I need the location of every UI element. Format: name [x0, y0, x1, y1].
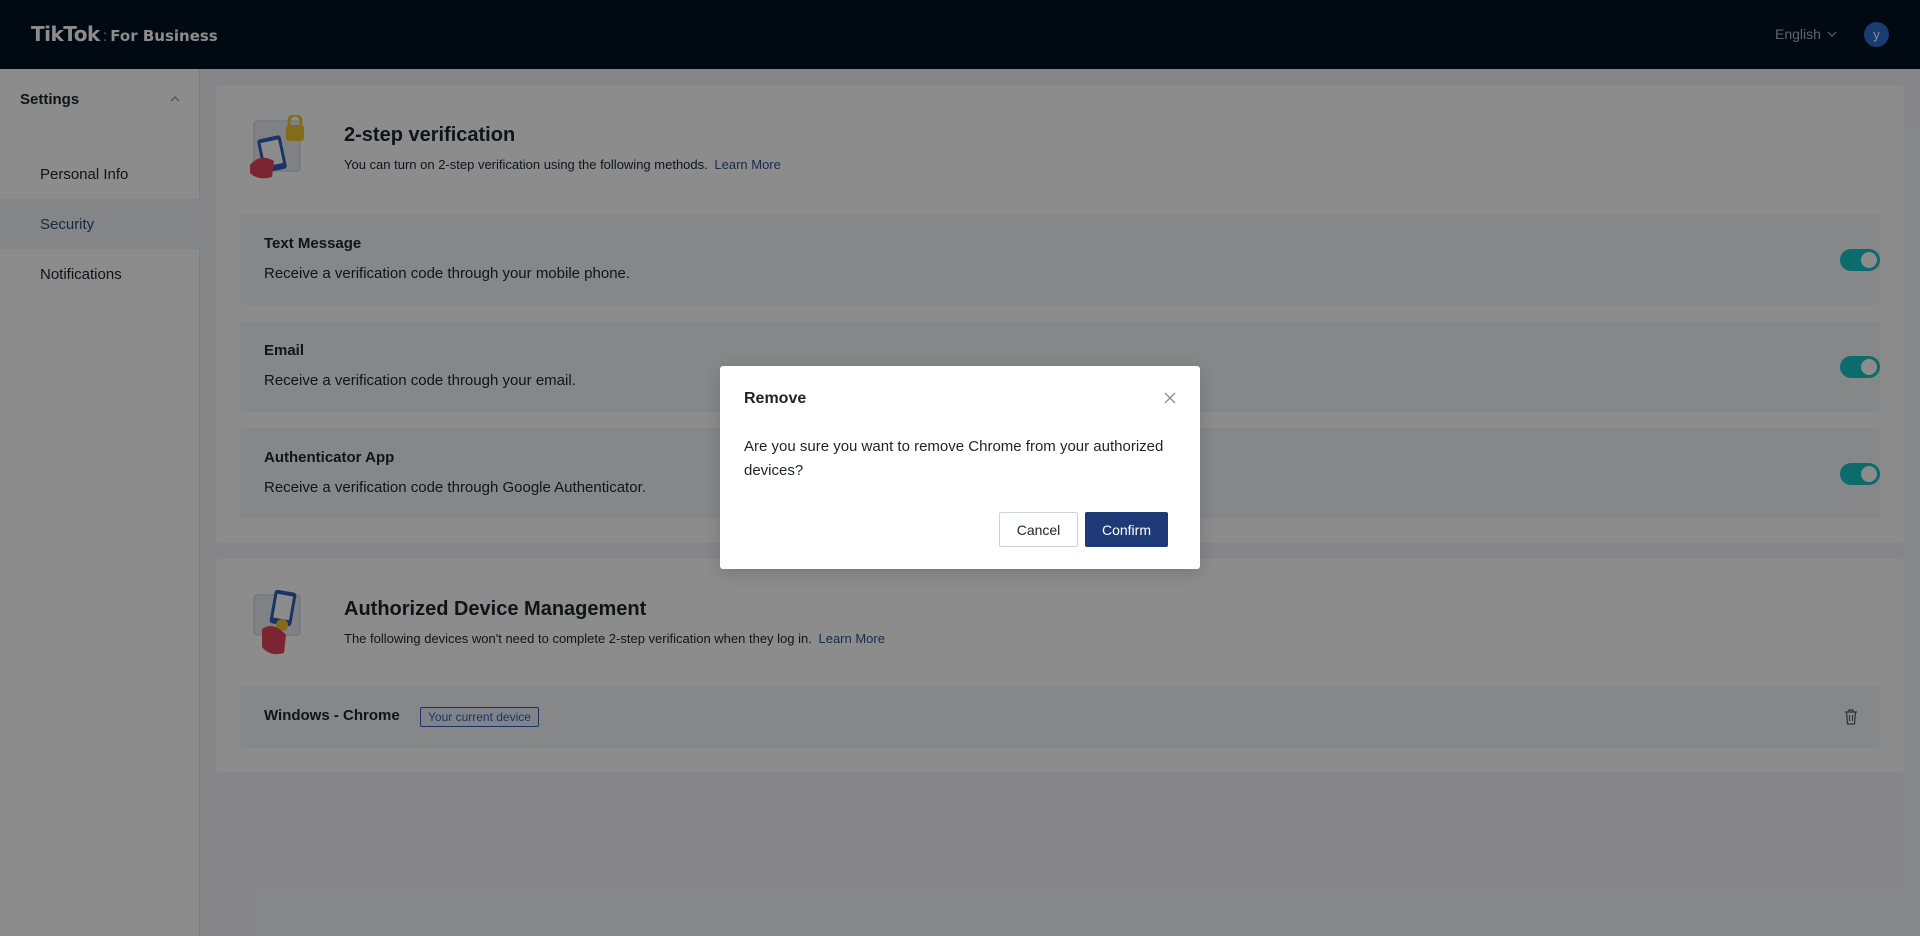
close-icon[interactable]	[1162, 390, 1178, 406]
cancel-button[interactable]: Cancel	[999, 512, 1078, 547]
dialog-title: Remove	[744, 390, 807, 407]
confirm-button[interactable]: Confirm	[1085, 512, 1168, 547]
remove-device-dialog: Remove Are you sure you want to remove C…	[720, 366, 1200, 569]
dialog-message: Are you sure you want to remove Chrome f…	[744, 438, 1164, 479]
